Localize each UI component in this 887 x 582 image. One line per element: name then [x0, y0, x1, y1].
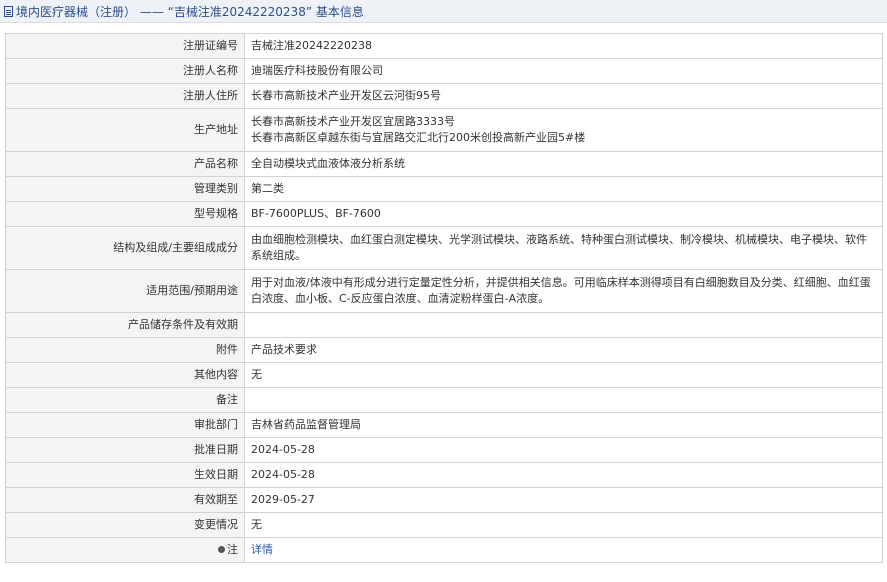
row-label: 审批部门 [5, 412, 245, 438]
row-label: 注册证编号 [5, 33, 245, 59]
header-title: 境内医疗器械（注册） —— “吉械注准20242220238” 基本信息 [16, 4, 364, 19]
page-header: 境内医疗器械（注册） —— “吉械注准20242220238” 基本信息 [0, 0, 887, 23]
row-label: 管理类别 [5, 176, 245, 202]
row-label: 附件 [5, 337, 245, 363]
note-label: 注 [227, 543, 238, 556]
row-value: 无 [244, 512, 883, 538]
table-row: 生产地址 长春市高新技术产业开发区宜居路3333号 长春市高新区卓越东街与宜居路… [5, 108, 883, 152]
table-row: 适用范围/预期用途 用于对血液/体液中有形成分进行定量定性分析，并提供相关信息。… [5, 269, 883, 313]
document-icon [4, 5, 13, 17]
row-label: 注册人名称 [5, 58, 245, 84]
row-value: 产品技术要求 [244, 337, 883, 363]
row-label: 结构及组成/主要组成成分 [5, 226, 245, 270]
table-row: 管理类别 第二类 [5, 176, 883, 202]
table-row: 产品储存条件及有效期 [5, 312, 883, 338]
row-label: 产品储存条件及有效期 [5, 312, 245, 338]
row-value: 无 [244, 362, 883, 388]
row-value: 由血细胞检测模块、血红蛋白测定模块、光学测试模块、液路系统、特种蛋白测试模块、制… [244, 226, 883, 270]
row-value: BF-7600PLUS、BF-7600 [244, 201, 883, 227]
row-value: 全自动模块式血液体液分析系统 [244, 151, 883, 177]
info-table: 注册证编号 吉械注准20242220238 注册人名称 迪瑞医疗科技股份有限公司… [5, 33, 883, 563]
row-value [244, 387, 883, 413]
table-row: 有效期至 2029-05-27 [5, 487, 883, 513]
table-row: 型号规格 BF-7600PLUS、BF-7600 [5, 201, 883, 227]
row-label: 适用范围/预期用途 [5, 269, 245, 313]
row-value: 吉械注准20242220238 [244, 33, 883, 59]
row-value [244, 312, 883, 338]
row-value: 长春市高新技术产业开发区云河街95号 [244, 83, 883, 109]
row-value: 用于对血液/体液中有形成分进行定量定性分析，并提供相关信息。可用临床样本测得项目… [244, 269, 883, 313]
note-value-cell: 详情 [244, 537, 883, 563]
table-row: 结构及组成/主要组成成分 由血细胞检测模块、血红蛋白测定模块、光学测试模块、液路… [5, 226, 883, 270]
table-row: 变更情况 无 [5, 512, 883, 538]
table-row: 其他内容 无 [5, 362, 883, 388]
table-row-note: 注 详情 [5, 537, 883, 563]
row-label: 注册人住所 [5, 83, 245, 109]
table-row: 产品名称 全自动模块式血液体液分析系统 [5, 151, 883, 177]
table-row: 生效日期 2024-05-28 [5, 462, 883, 488]
row-label: 其他内容 [5, 362, 245, 388]
details-link[interactable]: 详情 [251, 543, 273, 556]
table-row: 附件 产品技术要求 [5, 337, 883, 363]
row-label: 产品名称 [5, 151, 245, 177]
table-row: 备注 [5, 387, 883, 413]
row-label: 变更情况 [5, 512, 245, 538]
row-label: 批准日期 [5, 437, 245, 463]
table-row: 审批部门 吉林省药品监督管理局 [5, 412, 883, 438]
row-value: 第二类 [244, 176, 883, 202]
row-label: 生效日期 [5, 462, 245, 488]
row-value: 2024-05-28 [244, 437, 883, 463]
row-value: 2024-05-28 [244, 462, 883, 488]
row-label: 生产地址 [5, 108, 245, 152]
row-value: 吉林省药品监督管理局 [244, 412, 883, 438]
row-value: 长春市高新技术产业开发区宜居路3333号 长春市高新区卓越东街与宜居路交汇北行2… [244, 108, 883, 152]
row-label: 型号规格 [5, 201, 245, 227]
table-row: 注册人名称 迪瑞医疗科技股份有限公司 [5, 58, 883, 84]
table-row: 注册证编号 吉械注准20242220238 [5, 33, 883, 59]
row-value: 2029-05-27 [244, 487, 883, 513]
row-label: 备注 [5, 387, 245, 413]
table-row: 批准日期 2024-05-28 [5, 437, 883, 463]
note-label-cell: 注 [5, 537, 245, 563]
row-value: 迪瑞医疗科技股份有限公司 [244, 58, 883, 84]
pin-icon [218, 545, 225, 553]
row-label: 有效期至 [5, 487, 245, 513]
table-row: 注册人住所 长春市高新技术产业开发区云河街95号 [5, 83, 883, 109]
